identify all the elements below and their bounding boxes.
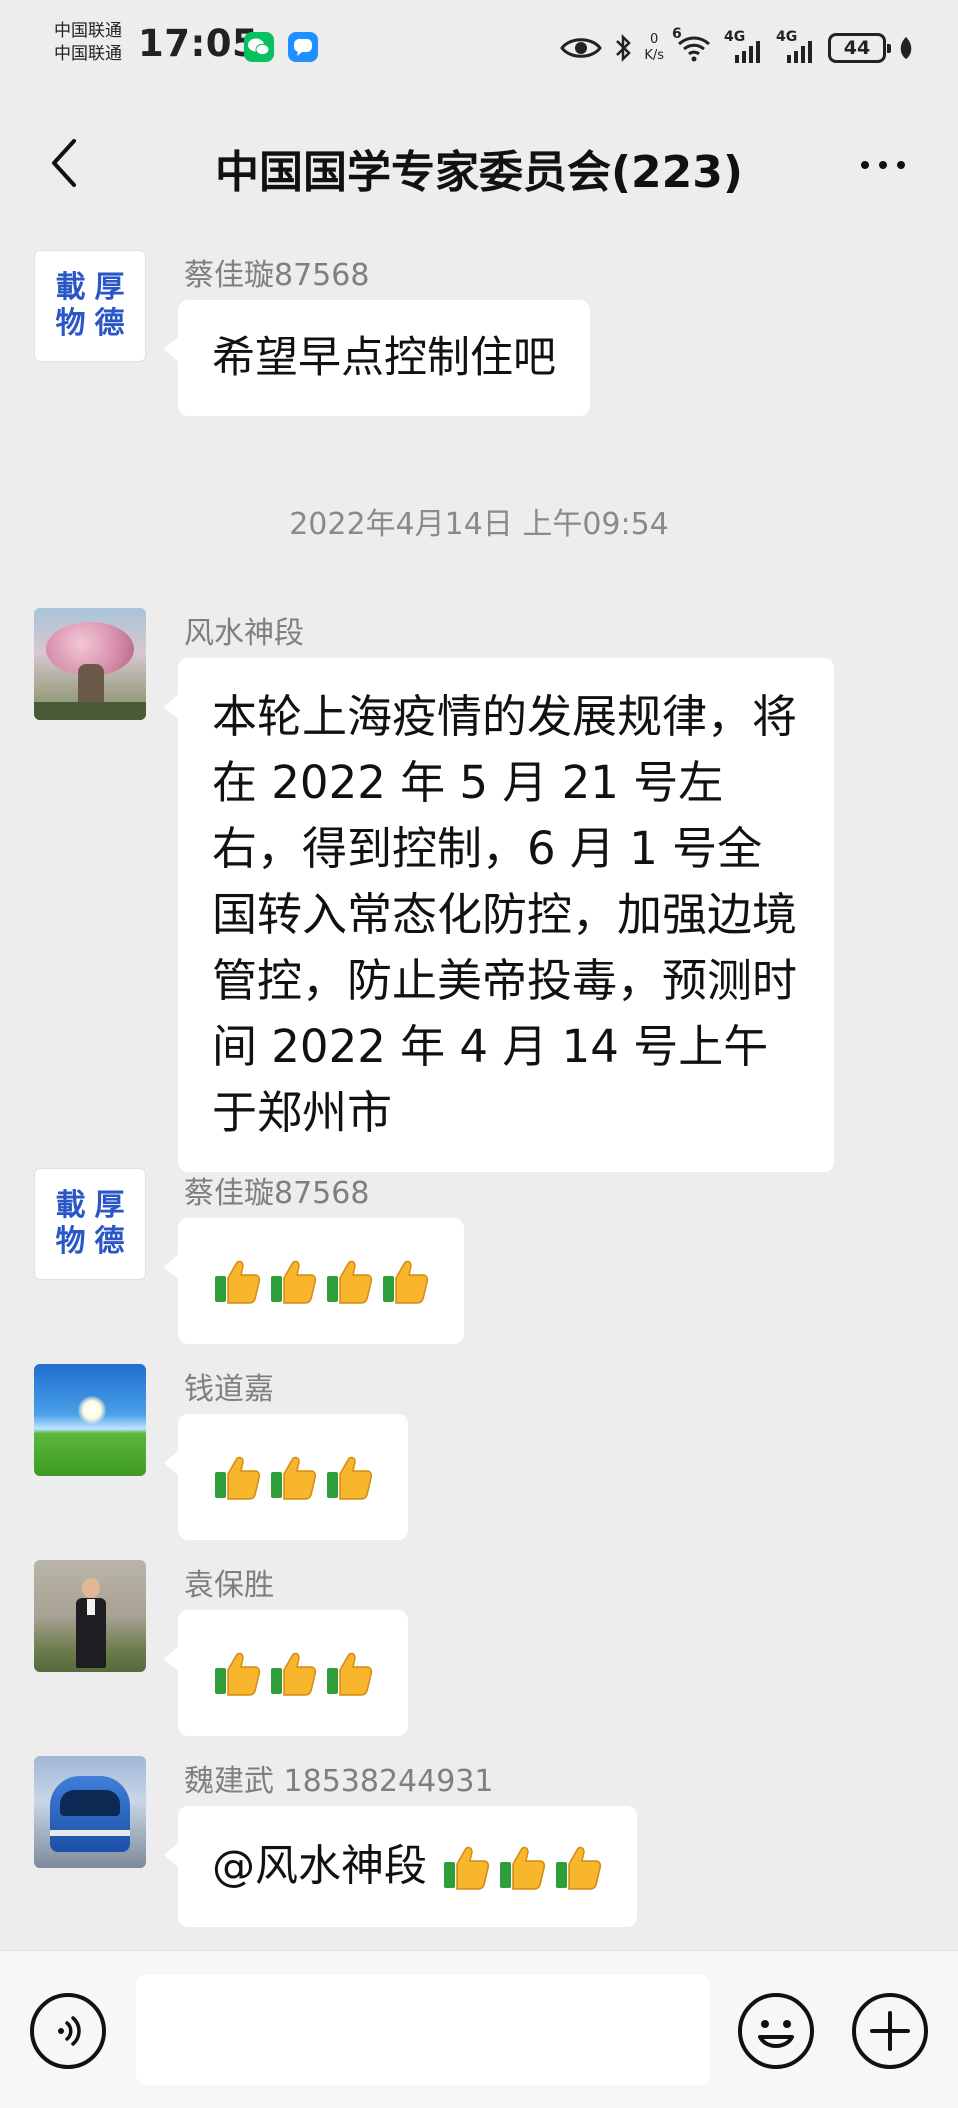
thumbs-up-icon — [268, 1452, 318, 1502]
message-text: 希望早点控制住吧 — [212, 333, 556, 383]
sender-name: 钱道嘉 — [184, 1372, 274, 1407]
message-item: 袁保胜 — [0, 1560, 958, 1736]
bluetooth-icon — [616, 33, 632, 63]
more-dots-icon — [861, 161, 869, 169]
net-speed-unit: K/s — [644, 48, 664, 63]
wifi-badge: 6 — [672, 26, 682, 42]
avatar[interactable] — [34, 608, 146, 720]
avatar[interactable] — [34, 1560, 146, 1672]
thumbs-up-icon — [212, 1452, 262, 1502]
signal-group-1: 4G — [724, 29, 764, 63]
avatar[interactable] — [34, 1364, 146, 1476]
message-bubble[interactable] — [164, 1610, 408, 1736]
signal-icon — [787, 41, 812, 63]
sender-name: 蔡佳璇87568 — [184, 1176, 370, 1211]
battery-icon: 44 — [828, 33, 891, 63]
message-item: 魏建武 18538244931 @风水神段 — [0, 1756, 958, 1927]
status-bar: 中国联通 中国联通 17:05 0 K/s 6 4G 4G 44 — [0, 0, 958, 100]
wifi-group: 6 — [672, 26, 712, 62]
thumbs-up-icon — [324, 1648, 374, 1698]
thumbs-up-icon — [553, 1842, 603, 1892]
more-options-button[interactable] — [848, 140, 918, 190]
chat-header: 中国国学专家委员会(223) — [0, 100, 958, 225]
plus-button[interactable] — [852, 1993, 928, 2069]
wechat-icon — [244, 32, 274, 62]
system-icons: 0 K/s 6 4G 4G 44 — [560, 26, 914, 70]
net-speed-value: 0 — [650, 32, 659, 47]
thumbs-up-icon — [324, 1256, 374, 1306]
sender-name: 风水神段 — [184, 616, 304, 651]
net-speed: 0 K/s — [644, 32, 664, 64]
chat-title: 中国国学专家委员会(223) — [214, 147, 744, 198]
thumbs-up-icon — [268, 1256, 318, 1306]
sender-name: 魏建武 18538244931 — [184, 1764, 494, 1799]
timestamp: 2022年4月14日 上午09:54 — [289, 507, 669, 542]
signal-group-2: 4G — [776, 29, 816, 63]
status-time: 17:05 — [138, 22, 259, 65]
avatar[interactable]: 載 厚 物 德 — [34, 1168, 146, 1280]
eye-icon — [560, 38, 603, 58]
message-bubble[interactable] — [164, 1414, 408, 1540]
thumbs-up-icon — [212, 1648, 262, 1698]
sender-name: 袁保胜 — [184, 1568, 274, 1603]
carrier-1: 中国联通 — [54, 21, 122, 41]
plus-icon — [870, 2011, 910, 2051]
emoji-row — [212, 1648, 374, 1698]
mention-text: @风水神段 — [212, 1841, 441, 1892]
message-input[interactable] — [136, 1975, 710, 2085]
emoji-row — [212, 1452, 374, 1502]
emoji-button[interactable] — [738, 1993, 814, 2069]
thumbs-up-icon — [324, 1452, 374, 1502]
thumbs-up-icon — [268, 1648, 318, 1698]
avatar[interactable]: 載 厚 物 德 — [34, 250, 146, 362]
emoji-row — [441, 1842, 603, 1892]
message-bubble[interactable]: @风水神段 — [164, 1806, 637, 1927]
thumbs-up-icon — [441, 1842, 491, 1892]
thumbs-up-icon — [497, 1842, 547, 1892]
thumbs-up-icon — [212, 1256, 262, 1306]
emoji-row — [212, 1256, 430, 1306]
input-bar — [0, 1950, 958, 2108]
voice-icon — [58, 2016, 81, 2046]
signal-icon — [735, 41, 760, 63]
carrier-2: 中国联通 — [54, 44, 122, 64]
avatar[interactable] — [34, 1756, 146, 1868]
message-item: 钱道嘉 — [0, 1364, 958, 1540]
voice-button[interactable] — [30, 1993, 106, 2069]
emoji-icon — [758, 2020, 794, 2048]
message-text: 本轮上海疫情的发展规律，将在 2022 年 5 月 21 号左右，得到控制，6 … — [212, 690, 798, 1139]
carrier-labels: 中国联通 中国联通 — [54, 20, 122, 66]
leaf-icon — [900, 37, 912, 59]
message-bubble[interactable] — [164, 1218, 464, 1344]
message-bubble[interactable]: 希望早点控制住吧 — [164, 300, 590, 416]
message-item: 风水神段 本轮上海疫情的发展规律，将在 2022 年 5 月 21 号左右，得到… — [0, 608, 958, 1172]
sender-name: 蔡佳璇87568 — [184, 258, 370, 293]
message-bubble[interactable]: 本轮上海疫情的发展规律，将在 2022 年 5 月 21 号左右，得到控制，6 … — [164, 658, 834, 1172]
message-icon — [288, 32, 318, 62]
thumbs-up-icon — [380, 1256, 430, 1306]
